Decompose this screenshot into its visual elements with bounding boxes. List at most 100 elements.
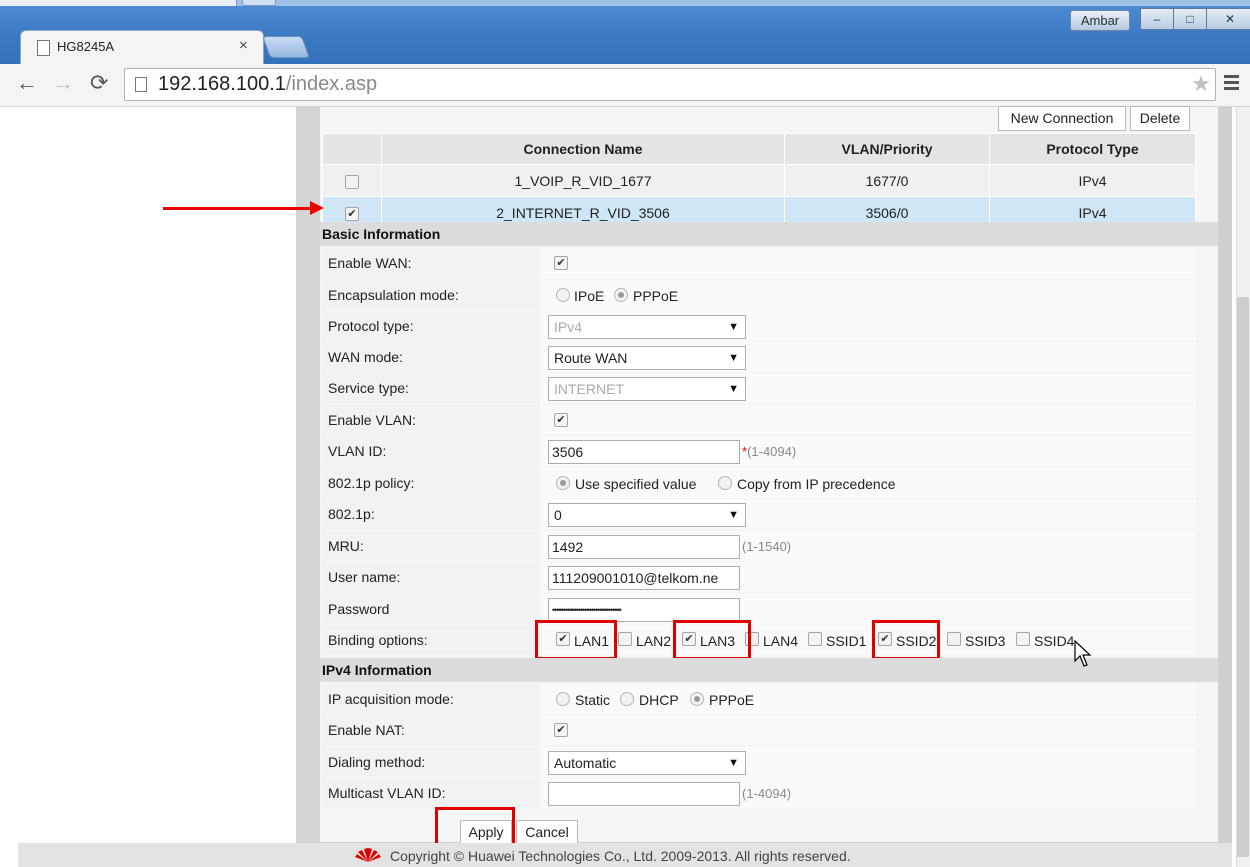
label: Protocol type: — [322, 311, 541, 341]
dropdown-arrow-icon: ▼ — [728, 509, 739, 521]
static-radio[interactable] — [556, 692, 570, 706]
highlight-ssid2 — [872, 620, 940, 660]
cancel-button[interactable]: Cancel — [516, 820, 578, 844]
col-connection-name: Connection Name — [381, 133, 785, 165]
label: VLAN ID: — [322, 436, 541, 466]
ipoe-radio[interactable] — [556, 288, 570, 302]
pppoe-radio[interactable] — [614, 288, 628, 302]
service-type-select[interactable]: INTERNET ▼ — [548, 377, 746, 401]
row-password: Password •••••••••••••••••••••••••••••••… — [322, 594, 1196, 624]
label: Multicast VLAN ID: — [322, 778, 541, 808]
connection-table: Connection Name VLAN/Priority Protocol T… — [322, 133, 1196, 229]
8021p-select[interactable]: 0 ▼ — [548, 503, 746, 527]
left-border — [296, 107, 320, 867]
label: Encapsulation mode: — [322, 280, 541, 310]
user-badge[interactable]: Ambar — [1070, 10, 1130, 31]
new-tab-button[interactable] — [261, 36, 311, 58]
use-specified-radio[interactable] — [556, 476, 570, 490]
reload-icon[interactable]: ⟳ — [90, 70, 108, 96]
label: Enable WAN: — [322, 248, 541, 278]
tab-title: HG8245A — [57, 39, 115, 54]
username-input[interactable]: 111209001010@telkom.ne — [548, 566, 740, 590]
vlan-id-input[interactable]: 3506 — [548, 440, 740, 464]
highlight-lan3 — [673, 620, 751, 660]
label: Dialing method: — [322, 747, 541, 777]
new-connection-button[interactable]: New Connection — [998, 106, 1126, 131]
password-input[interactable]: •••••••••••••••••••••••••••••••• — [548, 598, 740, 622]
vlan-id-hint: (1-4094) — [747, 444, 797, 459]
lan4-label: LAN4 — [763, 633, 799, 649]
label: Enable NAT: — [322, 715, 541, 745]
label: User name: — [322, 562, 541, 592]
row-wan-mode: WAN mode: Route WAN ▼ — [322, 342, 1196, 372]
label: 802.1p: — [322, 499, 541, 529]
dropdown-arrow-icon: ▼ — [728, 352, 739, 364]
delete-button[interactable]: Delete — [1130, 106, 1190, 131]
ssid4-checkbox[interactable] — [1016, 632, 1030, 646]
ssid1-checkbox[interactable] — [808, 632, 822, 646]
minimize-button[interactable]: – — [1140, 8, 1174, 30]
row-protocol-type: Protocol type: IPv4 ▼ — [322, 311, 1196, 341]
row-enable-wan: Enable WAN: ✔ — [322, 248, 1196, 278]
row-ip-acquisition-mode: IP acquisition mode: Static DHCP PPPoE — [322, 684, 1196, 714]
vlan-priority: 1677/0 — [784, 164, 990, 197]
ssid3-checkbox[interactable] — [947, 632, 961, 646]
forward-arrow-icon[interactable]: → — [52, 70, 74, 96]
col-vlan-priority: VLAN/Priority — [784, 133, 990, 165]
row-checkbox[interactable] — [345, 174, 359, 189]
enable-vlan-checkbox[interactable]: ✔ — [554, 413, 568, 427]
label: IP acquisition mode: — [322, 684, 541, 714]
row-8021p: 802.1p: 0 ▼ — [322, 499, 1196, 529]
pppoe-acq-radio[interactable] — [690, 692, 704, 706]
dhcp-label: DHCP — [639, 692, 679, 708]
row-dialing-method: Dialing method: Automatic ▼ — [322, 747, 1196, 777]
row-user-name: User name: 111209001010@telkom.ne — [322, 562, 1196, 592]
ipoe-label: IPoE — [574, 288, 605, 304]
table-row[interactable]: 1_VOIP_R_VID_1677 1677/0 IPv4 — [322, 164, 1196, 197]
label: Service type: — [322, 373, 541, 403]
dropdown-arrow-icon: ▼ — [728, 383, 739, 395]
bookmark-star-icon[interactable]: ★ — [1191, 71, 1211, 97]
mru-input[interactable]: 1492 — [548, 535, 740, 559]
ssid4-label: SSID4 — [1034, 633, 1075, 649]
row-mru: MRU: 1492 (1-1540) — [322, 531, 1196, 561]
wan-mode-select[interactable]: Route WAN ▼ — [548, 346, 746, 370]
close-tab-icon[interactable]: × — [239, 37, 248, 54]
browser-tab[interactable]: HG8245A × — [20, 30, 264, 67]
footer: Copyright © Huawei Technologies Co., Ltd… — [18, 843, 1232, 867]
lan2-checkbox[interactable] — [618, 632, 632, 646]
row-checkbox[interactable]: ✔ — [345, 206, 359, 221]
protocol-type: IPv4 — [989, 164, 1196, 197]
label: Binding options: — [322, 625, 541, 655]
dropdown-arrow-icon: ▼ — [728, 321, 739, 333]
col-protocol-type: Protocol Type — [989, 133, 1196, 165]
scrollbar-thumb[interactable] — [1237, 297, 1249, 857]
label: Password — [322, 594, 541, 624]
protocol-type-select[interactable]: IPv4 ▼ — [548, 315, 746, 339]
multicast-vlan-input[interactable] — [548, 782, 740, 806]
label: WAN mode: — [322, 342, 541, 372]
pppoe-acq-label: PPPoE — [709, 692, 755, 708]
address-bar[interactable]: 192.168.100.1/index.asp ★ — [124, 68, 1216, 101]
dhcp-radio[interactable] — [620, 692, 634, 706]
label: MRU: — [322, 531, 541, 561]
row-8021p-policy: 802.1p policy: Use specified value Copy … — [322, 468, 1196, 498]
annotation-arrow-head — [310, 201, 324, 215]
lan2-label: LAN2 — [636, 633, 672, 649]
enable-wan-checkbox[interactable]: ✔ — [554, 256, 568, 270]
row-multicast-vlan-id: Multicast VLAN ID: (1-4094) — [322, 778, 1196, 808]
dialing-method-select[interactable]: Automatic ▼ — [548, 751, 746, 775]
row-enable-vlan: Enable VLAN: ✔ — [322, 405, 1196, 435]
row-binding-options: Binding options: ✔ LAN1 LAN2 ✔ LAN3 LAN4… — [322, 625, 1196, 655]
pppoe-label: PPPoE — [633, 288, 679, 304]
maximize-button[interactable]: □ — [1173, 8, 1207, 30]
menu-icon[interactable] — [1224, 72, 1239, 93]
enable-nat-checkbox[interactable]: ✔ — [554, 723, 568, 737]
back-arrow-icon[interactable]: ← — [16, 70, 38, 96]
annotation-arrow — [163, 207, 313, 210]
window-controls: – □ ✕ — [1140, 8, 1250, 30]
close-window-button[interactable]: ✕ — [1206, 8, 1250, 30]
multicast-vlan-hint: (1-4094) — [742, 786, 792, 801]
copy-ip-precedence-radio[interactable] — [718, 476, 732, 490]
static-label: Static — [575, 692, 611, 708]
